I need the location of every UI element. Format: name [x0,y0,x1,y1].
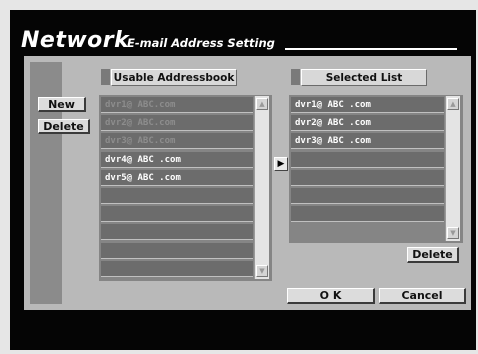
new-button[interactable]: New [38,97,86,112]
move-to-selected-button[interactable]: ▶ [274,157,288,171]
selected-address-row[interactable]: dvr2@ ABC .com [291,115,444,132]
usable-scroll-up-arrow[interactable]: ▲ [256,98,268,110]
selected-address-row[interactable] [291,169,444,186]
usable-address-row-text: dvr4@ ABC .com [105,154,181,165]
usable-address-row[interactable] [101,224,253,241]
usable-scrollbar[interactable]: ▲ ▼ [254,96,269,279]
screen: Network E-mail Address Setting New Delet… [0,0,478,354]
selected-list-header: Selected List [301,69,427,86]
usable-addressbook-header: Usable Addressbook [111,69,237,86]
title-underline [285,48,457,50]
delete-selected-button-label: Delete [412,248,453,261]
selected-scrollbar[interactable]: ▲ ▼ [445,96,460,241]
move-right-arrow-icon: ▶ [277,159,285,169]
page-title: Network [21,28,130,53]
selected-address-row[interactable] [291,151,444,168]
cancel-button[interactable]: Cancel [379,288,466,304]
usable-address-row[interactable] [101,188,253,204]
selected-address-row[interactable]: dvr1@ ABC .com [291,97,444,113]
delete-address-button[interactable]: Delete [38,119,90,134]
usable-address-row[interactable]: dvr1@ ABC.com [101,97,253,113]
selected-header-marker [291,69,300,85]
selected-list: dvr1@ ABC .com dvr2@ ABC .com dvr3@ ABC .c… [289,95,463,243]
usable-address-row[interactable]: dvr5@ ABC .com [101,169,253,186]
usable-address-row[interactable] [101,206,253,223]
new-button-label: New [48,98,75,111]
usable-address-row-text: dvr2@ ABC.com [105,118,176,129]
usable-header-marker [101,69,110,85]
usable-addressbook-list: dvr1@ ABC.com dvr2@ ABC.com dvr3@ ABC.com d… [99,95,272,281]
page-subtitle: E-mail Address Setting [127,36,275,50]
usable-address-row[interactable] [101,260,253,277]
usable-addressbook-header-label: Usable Addressbook [113,72,235,84]
selected-scroll-up-arrow[interactable]: ▲ [447,98,459,110]
selected-list-header-label: Selected List [325,72,403,84]
usable-address-row[interactable]: dvr2@ ABC.com [101,115,253,132]
selected-address-row[interactable] [291,188,444,204]
selected-address-row-text: dvr1@ ABC .com [295,100,371,110]
selected-address-row[interactable] [291,206,444,223]
ok-button[interactable]: O K [287,288,375,304]
selected-address-row-text: dvr2@ ABC .com [295,118,371,129]
ok-button-label: O K [319,289,342,302]
usable-address-row-text: dvr3@ ABC.com [105,136,176,147]
delete-address-button-label: Delete [43,120,84,133]
cancel-button-label: Cancel [401,289,443,302]
usable-address-row-text: dvr1@ ABC.com [105,100,176,110]
selected-scroll-down-arrow[interactable]: ▼ [447,227,459,239]
usable-scroll-down-arrow[interactable]: ▼ [256,265,268,277]
usable-address-row[interactable]: dvr4@ ABC .com [101,151,253,168]
selected-address-row-text: dvr3@ ABC .com [295,136,371,147]
usable-address-row[interactable]: dvr3@ ABC.com [101,133,253,150]
usable-address-row-text: dvr5@ ABC .com [105,172,181,183]
usable-address-row[interactable] [101,242,253,259]
delete-selected-button[interactable]: Delete [407,247,459,263]
title-bar: Network E-mail Address Setting [21,28,461,54]
selected-address-row[interactable]: dvr3@ ABC .com [291,133,444,150]
